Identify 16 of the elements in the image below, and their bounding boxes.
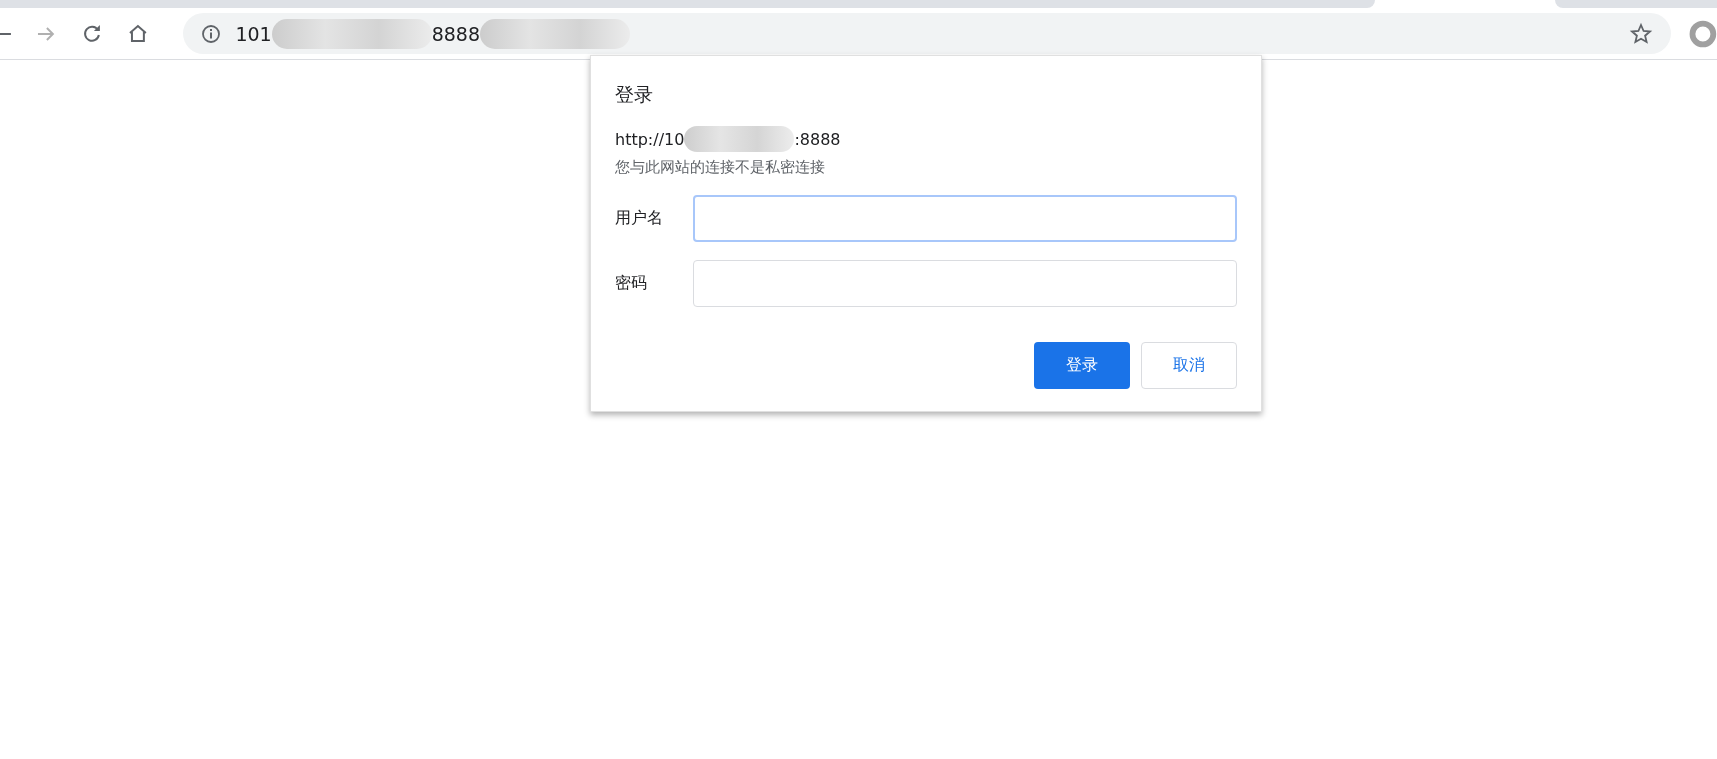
address-bar[interactable]: 101 8888 [183, 13, 1672, 54]
input-field[interactable] [693, 195, 1237, 242]
url-text: 101 [235, 22, 272, 45]
origin-text: http://10 [615, 129, 685, 149]
cancel-button[interactable]: 取消 [1141, 342, 1237, 389]
url-text: 8888 [431, 22, 481, 45]
submit-button[interactable]: 登录 [1034, 342, 1130, 389]
info-icon[interactable] [201, 23, 222, 44]
bookmark-star-icon[interactable] [1629, 21, 1654, 46]
field-label: 用户名 [615, 208, 664, 229]
profile-icon[interactable] [1689, 19, 1717, 48]
input-field[interactable] [693, 260, 1237, 307]
field-label: 密码 [615, 273, 648, 294]
connection-notice: 您与此网站的连接不是私密连接 [615, 158, 826, 177]
dialog-title: 登录 [615, 82, 654, 107]
origin-text: :8888 [794, 129, 841, 149]
